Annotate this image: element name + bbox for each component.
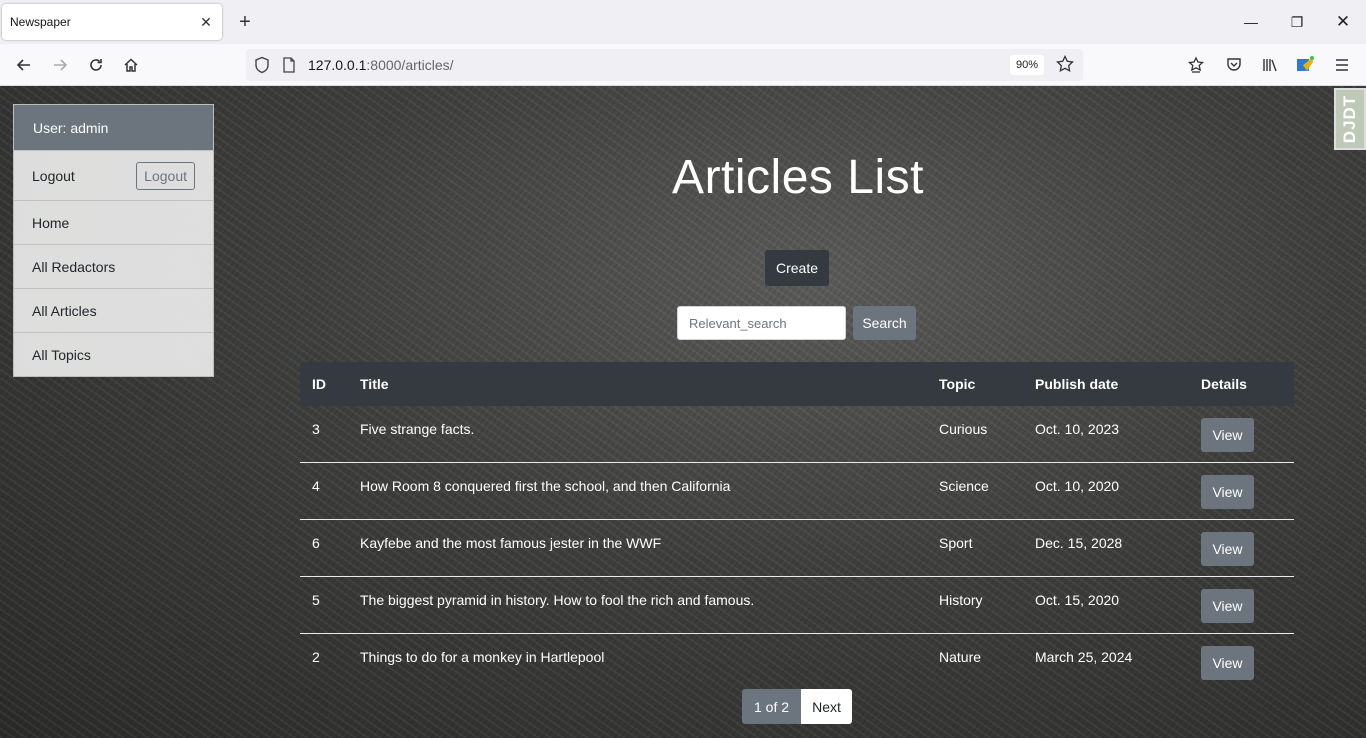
cell-title: How Room 8 conquered first the school, a…: [360, 478, 731, 494]
view-button[interactable]: View: [1201, 475, 1254, 509]
cell-publish-date: March 25, 2024: [1035, 649, 1133, 665]
column-header-details: Details: [1201, 376, 1247, 392]
new-tab-icon[interactable]: +: [234, 10, 256, 34]
pagination: 1 of 2 Next: [742, 689, 852, 724]
zoom-level[interactable]: 90%: [1010, 55, 1044, 75]
search-button[interactable]: Search: [853, 306, 916, 340]
sidebar-item-all-topics[interactable]: All Topics: [14, 332, 213, 376]
column-header-topic: Topic: [939, 376, 976, 392]
search-input[interactable]: [677, 306, 846, 340]
profile-extension-icon[interactable]: [1294, 54, 1316, 76]
sidebar-item-all-redactors[interactable]: All Redactors: [14, 244, 213, 288]
forward-icon[interactable]: [47, 53, 73, 77]
cell-id: 5: [312, 592, 320, 608]
pocket-icon[interactable]: [1223, 54, 1245, 76]
table-row: 3 Five strange facts. Curious Oct. 10, 2…: [300, 406, 1294, 463]
table-header: ID Title Topic Publish date Details: [300, 362, 1294, 406]
sidebar-item-all-articles[interactable]: All Articles: [14, 288, 213, 332]
view-button[interactable]: View: [1201, 418, 1254, 452]
column-header-publish-date: Publish date: [1035, 376, 1119, 392]
cell-title: The biggest pyramid in history. How to f…: [360, 592, 755, 608]
cell-title: Five strange facts.: [360, 421, 475, 437]
reload-icon[interactable]: [83, 53, 109, 77]
restore-icon[interactable]: ❐: [1282, 10, 1312, 34]
page-title: Articles List: [672, 151, 924, 204]
cell-publish-date: Oct. 10, 2020: [1035, 478, 1120, 494]
back-icon[interactable]: [11, 53, 37, 77]
cell-id: 4: [312, 478, 320, 494]
sidebar-item-home[interactable]: Home: [14, 200, 213, 244]
table-row: 5 The biggest pyramid in history. How to…: [300, 577, 1294, 634]
home-icon[interactable]: [118, 53, 144, 77]
navigation-toolbar: 127.0.0.1:8000/articles/ 90%: [0, 44, 1366, 86]
url-bar[interactable]: 127.0.0.1:8000/articles/ 90%: [246, 49, 1083, 81]
library-icon[interactable]: [1259, 54, 1281, 76]
sidebar-user: User: admin: [14, 105, 213, 150]
cell-topic: Science: [939, 478, 989, 494]
cell-id: 2: [312, 649, 320, 665]
next-page-button[interactable]: Next: [801, 689, 852, 724]
djdt-label: DJDT: [1340, 94, 1359, 144]
cell-publish-date: Oct. 15, 2020: [1035, 592, 1120, 608]
table-row: 6 Kayfebe and the most famous jester in …: [300, 520, 1294, 577]
current-page-indicator: 1 of 2: [742, 689, 801, 724]
cell-publish-date: Oct. 10, 2023: [1035, 421, 1120, 437]
minimize-icon[interactable]: —: [1236, 10, 1266, 34]
extensions-icon[interactable]: [1185, 54, 1207, 76]
cell-id: 6: [312, 535, 320, 551]
tab-title: Newspaper: [10, 15, 71, 29]
cell-topic: Curious: [939, 421, 988, 437]
cell-topic: Sport: [939, 535, 973, 551]
shield-icon[interactable]: [254, 56, 270, 79]
view-button[interactable]: View: [1201, 589, 1254, 623]
view-button[interactable]: View: [1201, 532, 1254, 566]
page-icon: [282, 57, 296, 78]
column-header-id: ID: [312, 376, 326, 392]
table-row: 4 How Room 8 conquered first the school,…: [300, 463, 1294, 520]
cell-title: Kayfebe and the most famous jester in th…: [360, 535, 662, 551]
cell-id: 3: [312, 421, 320, 437]
column-header-title: Title: [360, 376, 389, 392]
bookmark-star-icon[interactable]: [1056, 54, 1074, 78]
page-content: DJDT User: admin Logout Logout Home All …: [0, 86, 1366, 738]
articles-table: ID Title Topic Publish date Details 3 Fi…: [300, 362, 1294, 691]
url-path: :8000/articles/: [366, 57, 454, 73]
menu-icon[interactable]: [1331, 54, 1353, 76]
table-row: 2 Things to do for a monkey in Hartlepoo…: [300, 634, 1294, 691]
tab-strip: Newspaper ✕ + — ❐ ✕: [0, 0, 1366, 44]
browser-tab[interactable]: Newspaper ✕: [2, 4, 222, 40]
cell-topic: Nature: [939, 649, 982, 665]
create-button[interactable]: Create: [765, 250, 829, 286]
close-window-icon[interactable]: ✕: [1328, 10, 1358, 34]
url-text[interactable]: 127.0.0.1:8000/articles/: [308, 57, 454, 73]
sidebar: User: admin Logout Logout Home All Redac…: [13, 104, 214, 377]
cell-publish-date: Dec. 15, 2028: [1035, 535, 1123, 551]
close-tab-icon[interactable]: ✕: [198, 14, 214, 31]
cell-topic: History: [939, 592, 983, 608]
cell-title: Things to do for a monkey in Hartlepool: [360, 649, 605, 665]
view-button[interactable]: View: [1201, 646, 1254, 680]
django-debug-toolbar-handle[interactable]: DJDT: [1334, 88, 1366, 150]
url-host: 127.0.0.1: [308, 57, 367, 73]
